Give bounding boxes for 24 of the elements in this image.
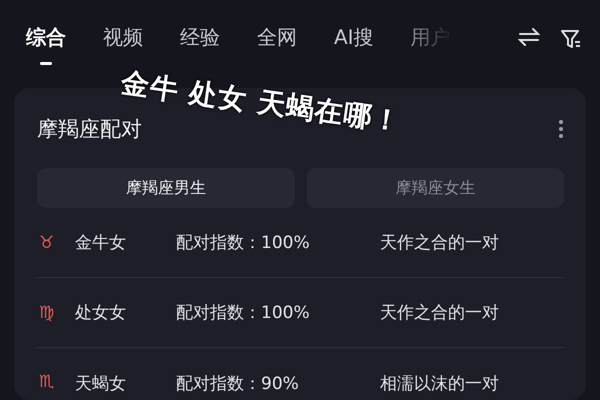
zodiac-symbol: ♍ [39,302,56,322]
swap-icon[interactable] [518,28,540,46]
zodiac-symbol: ♉ [39,232,56,252]
sign-name: 处女女 [75,302,127,324]
tab-indicator [40,62,52,65]
filter-icon[interactable] [560,28,582,50]
match-score: 配对指数：100% [176,232,311,254]
sign-name: 天蝎女 [75,373,127,395]
tab[interactable]: AI搜 [334,22,374,52]
tab[interactable]: 视频 [103,22,143,52]
tab[interactable]: 全网 [257,22,297,52]
tab[interactable]: 综合 [26,22,66,52]
segment-tab[interactable]: 摩羯座女生 [306,168,564,208]
match-verdict: 天作之合的一对 [380,232,499,254]
more-icon[interactable] [558,119,564,139]
match-verdict: 相濡以沫的一对 [380,373,499,395]
segment-tab[interactable]: 摩羯座男生 [37,168,294,208]
match-score: 配对指数：100% [176,302,311,324]
sign-name: 金牛女 [75,232,127,254]
card-title: 摩羯座配对 [37,116,142,143]
match-score: 配对指数：90% [176,373,300,395]
match-verdict: 天作之合的一对 [380,302,499,324]
zodiac-symbol: ♏ [39,372,56,392]
tab[interactable]: 经验 [180,22,220,52]
